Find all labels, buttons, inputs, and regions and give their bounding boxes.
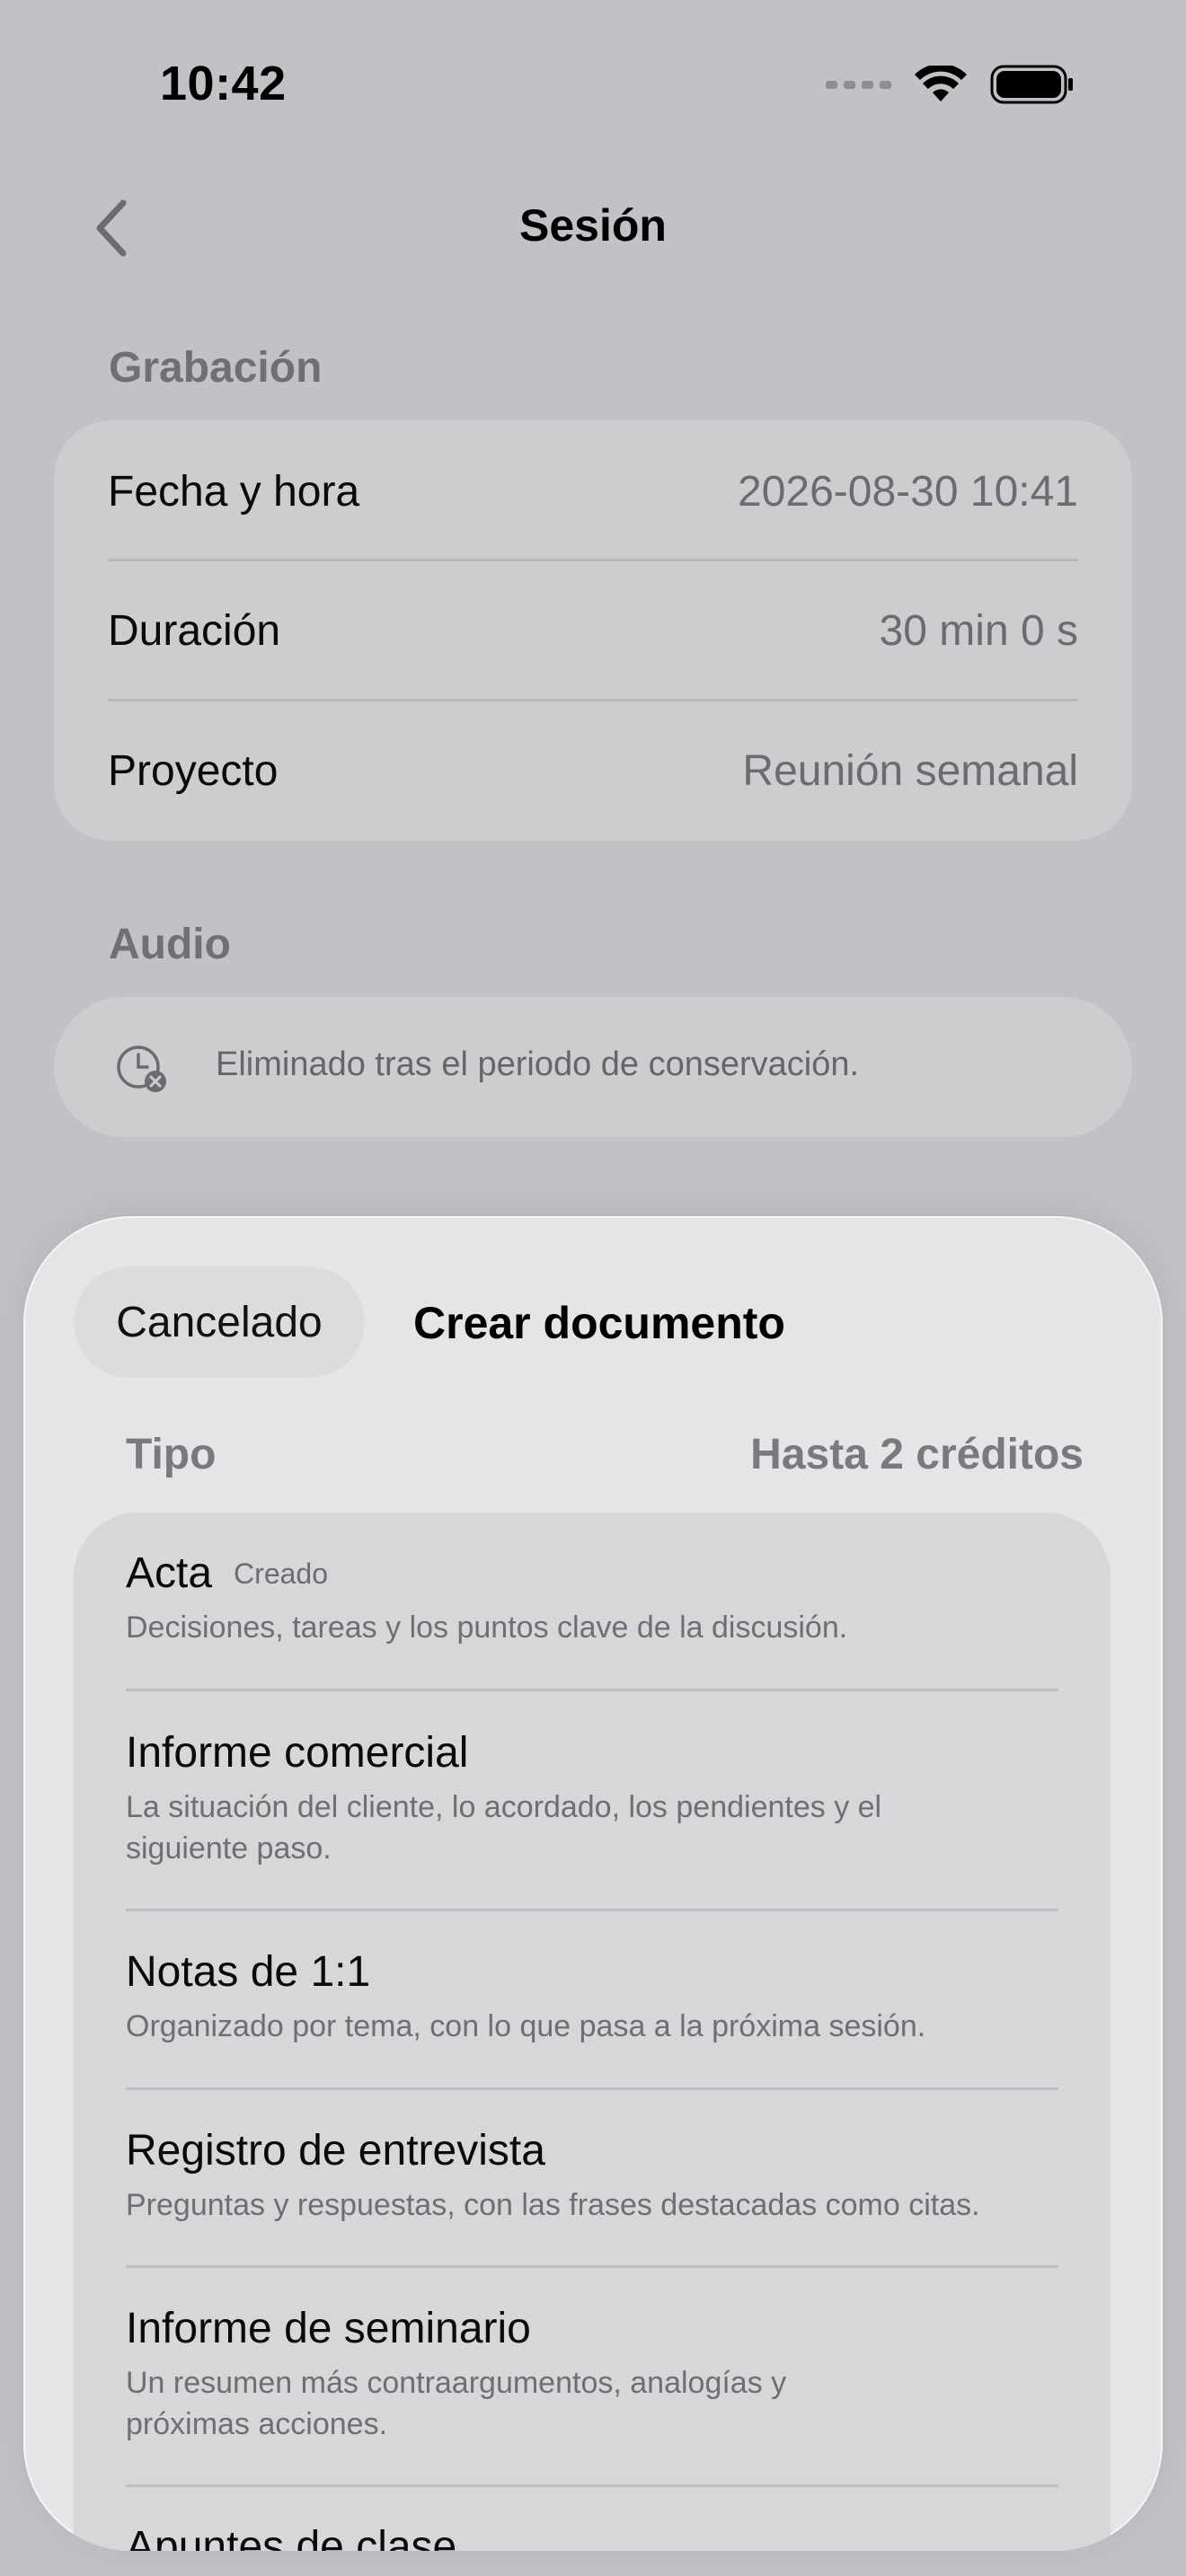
wifi-icon — [915, 66, 967, 101]
section-header-grabacion: Grabación — [109, 344, 323, 392]
status-time: 10:42 — [160, 57, 287, 110]
list-item-registro-entrevista[interactable]: Registro de entrevista Preguntas y respu… — [126, 2126, 1058, 2226]
item-title: Notas de 1:1 — [126, 1948, 371, 1996]
row-value: 2026-08-30 10:41 — [738, 468, 1078, 516]
type-label: Tipo — [126, 1431, 217, 1478]
row-value: 30 min 0 s — [879, 607, 1078, 655]
credits-label: Hasta 2 créditos — [750, 1431, 1084, 1478]
row-label: Proyecto — [108, 747, 279, 795]
create-document-sheet: Cancelado Crear documento Tipo Hasta 2 c… — [23, 1216, 1163, 2551]
item-title: Acta — [126, 1549, 213, 1597]
item-description: Decisiones, tareas y los puntos clave de… — [126, 1610, 848, 1645]
list-item-apuntes-clase[interactable]: Apuntes de clase — [126, 2522, 1058, 2551]
cancel-button[interactable]: Cancelado — [74, 1266, 365, 1378]
list-item-notas-1-1[interactable]: Notas de 1:1 Organizado por tema, con lo… — [126, 1947, 1058, 2047]
created-badge: Creado — [234, 1557, 328, 1590]
item-title: Registro de entrevista — [126, 2127, 545, 2175]
item-title: Informe comercial — [126, 1729, 469, 1777]
row-value: Reunión semanal — [742, 747, 1078, 795]
list-item-informe-seminario[interactable]: Informe de seminario Un resumen más cont… — [126, 2304, 1058, 2445]
row-proyecto[interactable]: Proyecto Reunión semanal — [108, 701, 1078, 841]
audio-status-text: Eliminado tras el periodo de conservació… — [216, 1045, 860, 1083]
item-description: Organizado por tema, con lo que pasa a l… — [126, 2009, 926, 2043]
divider — [126, 2484, 1058, 2487]
divider — [126, 2087, 1058, 2090]
document-type-list: Acta Creado Decisiones, tareas y los punt… — [74, 1513, 1111, 2551]
page-title: Sesión — [519, 200, 667, 251]
section-header-audio: Audio — [109, 921, 231, 968]
divider — [126, 2265, 1058, 2268]
status-icons — [826, 65, 1075, 104]
audio-card: Eliminado tras el periodo de conservació… — [54, 997, 1132, 1137]
row-fecha-hora: Fecha y hora 2026-08-30 10:41 — [108, 422, 1078, 561]
battery-icon — [990, 65, 1073, 104]
sheet-title: Crear documento — [413, 1298, 785, 1348]
cellular-signal-icon — [826, 80, 891, 89]
clock-delete-icon — [117, 1045, 166, 1092]
list-item-acta[interactable]: Acta Creado Decisiones, tareas y los punt… — [126, 1548, 1058, 1648]
item-title: Informe de seminario — [126, 2305, 531, 2352]
recording-card: Fecha y hora 2026-08-30 10:41 Duración 3… — [54, 420, 1132, 841]
item-description: Preguntas y respuestas, con las frases d… — [126, 2188, 980, 2222]
divider — [126, 1909, 1058, 1911]
item-description: La situación del cliente, lo acordado, l… — [126, 1790, 882, 1866]
item-description: Un resumen más contraargumentos, analogí… — [126, 2366, 787, 2441]
divider — [126, 1689, 1058, 1691]
row-label: Duración — [108, 607, 281, 655]
row-label: Fecha y hora — [108, 468, 360, 516]
list-item-informe-comercial[interactable]: Informe comercial La situación del clien… — [126, 1728, 1058, 1869]
item-title: Apuntes de clase — [126, 2523, 457, 2551]
row-duracion: Duración 30 min 0 s — [108, 561, 1078, 701]
